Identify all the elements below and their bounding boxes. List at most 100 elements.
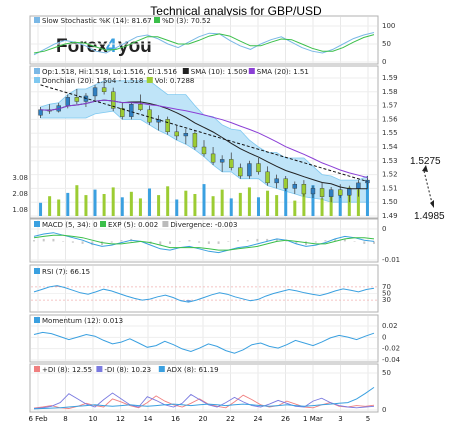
macd-divergence-bar <box>256 238 259 242</box>
candle-body <box>265 171 270 184</box>
legend-swatch <box>34 77 40 83</box>
legend-label: Donchian (20): 1.504 - 1.518 <box>42 77 143 85</box>
macd-divergence-bar <box>246 240 249 242</box>
candle-body <box>301 184 307 195</box>
candle-body <box>92 87 98 97</box>
macd-divergence-bar <box>363 241 366 244</box>
macd-divergence-bar <box>71 241 74 243</box>
candle-body <box>292 184 298 189</box>
macd-divergence-bar <box>42 238 45 242</box>
y-tick-label: 0.02 <box>382 322 398 330</box>
y-tick-label: 50 <box>382 40 391 48</box>
volume-bar <box>84 195 88 216</box>
legend-swatch <box>34 17 40 23</box>
legend-swatch <box>158 366 165 372</box>
volume-bar <box>220 189 224 216</box>
x-tick-label: 16 <box>171 415 180 423</box>
macd-divergence-bar <box>207 241 210 244</box>
y-tick-label: 1.49 <box>382 212 398 220</box>
volume-tick-label: 2.08 <box>12 190 28 198</box>
y-tick-label: 1.50 <box>382 198 398 206</box>
volume-bar <box>229 198 233 216</box>
macd-divergence-bar <box>217 241 220 244</box>
macd-divergence-bar <box>324 240 327 242</box>
y-tick-label: 1.53 <box>382 157 398 165</box>
volume-bar <box>75 185 79 216</box>
technical-chart: Forex 4 you 6 Feb 8 10 12 14 16 20 22 24 26 1 Mar 3… <box>12 15 445 423</box>
annotation-upper: 1.5275 <box>410 156 441 167</box>
x-tick-label: 24 <box>254 415 263 423</box>
legend-swatch <box>34 268 40 274</box>
legend-label: Slow Stochastic %K (14): 81.67 <box>42 17 152 25</box>
legend-swatch <box>100 221 106 227</box>
candle-body <box>256 163 261 173</box>
macd-divergence-bar <box>285 241 288 242</box>
legend-swatch <box>34 221 40 227</box>
macd-divergence-bar <box>198 241 201 243</box>
volume-bar <box>247 187 251 216</box>
x-tick-label: 26 <box>281 415 290 423</box>
volume-bar <box>293 200 297 216</box>
y-tick-label: -0.01 <box>382 256 400 264</box>
logo-text-1: Forex <box>56 36 108 57</box>
x-tick-label: 12 <box>116 415 125 423</box>
volume-bar <box>202 184 206 216</box>
candle-body <box>238 167 243 177</box>
legend-label: SMA (20): 1.51 <box>257 68 309 76</box>
y-tick-label: 1.58 <box>382 88 398 96</box>
x-tick-label: 1 Mar <box>303 415 323 423</box>
macd-divergence-bar <box>169 241 171 244</box>
logo-text-2: 4 <box>106 36 117 57</box>
macd-divergence-bar <box>62 241 65 242</box>
legend-swatch <box>146 77 153 83</box>
volume-bar <box>102 194 106 216</box>
candle-body <box>101 87 107 93</box>
legend-swatch <box>182 68 189 74</box>
volume-tick-label: 1.08 <box>12 206 28 214</box>
y-tick-label: 50 <box>382 369 391 377</box>
y-tick-label: -0.02 <box>382 345 400 353</box>
volume-bar <box>129 191 133 216</box>
x-tick-label: 14 <box>144 415 153 423</box>
volume-bar <box>166 186 170 216</box>
volume-bar <box>175 199 179 216</box>
y-tick-label: 0 <box>382 225 386 233</box>
forex4you-logo: Forex 4 you <box>56 36 152 57</box>
legend-swatch <box>96 366 103 372</box>
legend-label: -DI (8): 10.23 <box>104 366 151 374</box>
x-tick-label: 3 <box>338 415 342 423</box>
legend-label: Momentum (12): 0.013 <box>42 317 123 325</box>
y-tick-label: 1.57 <box>382 102 398 110</box>
y-tick-label: 0 <box>382 406 386 414</box>
volume-bar <box>93 189 97 216</box>
candle-body <box>283 178 288 189</box>
y-tick-label: 1.59 <box>382 74 398 82</box>
macd-divergence-bar <box>81 241 84 244</box>
candle-body <box>183 132 189 137</box>
legend-swatch <box>154 17 160 23</box>
macd-divergence-bar <box>314 241 317 243</box>
candle-body <box>192 132 198 148</box>
legend-swatch <box>248 68 255 74</box>
volume-bar <box>284 188 288 216</box>
macd-divergence-bar <box>227 241 230 242</box>
legend-label: Divergence: -0.003 <box>170 221 237 229</box>
macd-divergence-bar <box>237 240 239 242</box>
candle-body <box>165 119 170 133</box>
legend-swatch <box>162 221 169 227</box>
volume-bar <box>120 197 124 216</box>
volume-bar <box>302 194 306 216</box>
y-tick-label: 1.54 <box>382 143 398 151</box>
legend-label: Vol: 0.7288 <box>155 77 195 85</box>
volume-bar <box>256 197 260 216</box>
annotation-arrow <box>422 165 434 208</box>
legend-label: RSI (7): 66.15 <box>42 268 90 276</box>
candle-body <box>147 109 152 123</box>
y-tick-label: 0 <box>382 58 386 66</box>
candle-body <box>338 189 343 196</box>
volume-bar <box>211 196 215 216</box>
macd-divergence-bar <box>52 238 55 242</box>
volume-bar <box>266 190 270 216</box>
candle-body <box>319 188 325 197</box>
volume-bar <box>275 195 279 216</box>
